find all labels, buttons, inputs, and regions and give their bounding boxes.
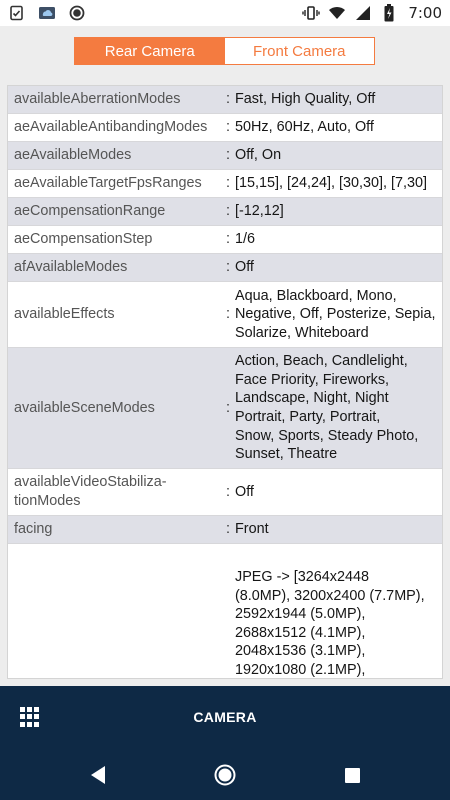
row-key: aeAvailableTargetFpsRanges xyxy=(14,175,202,192)
row-separator: : xyxy=(226,231,230,248)
row-value: Fast, High Quality, Off xyxy=(235,91,376,108)
row-separator: : xyxy=(226,91,230,108)
row-key: availableVideoStabiliza- tionModes xyxy=(14,474,167,509)
row-separator: : xyxy=(226,399,230,416)
status-right: 7:00 xyxy=(302,4,442,22)
row-key: aeAvailableModes xyxy=(14,147,132,164)
row-value: Aqua, Blackboard, Mono, Negative, Off, P… xyxy=(235,287,436,341)
row-value: [15,15], [24,24], [30,30], [7,30] xyxy=(235,175,428,192)
tab-front-camera[interactable]: Front Camera xyxy=(224,38,374,64)
camera-selector: Rear Camera Front Camera xyxy=(74,37,375,65)
row-key: availableEffects xyxy=(14,306,115,323)
bottom-app-bar: CAMERA xyxy=(0,686,450,748)
row-value: Off xyxy=(235,483,254,500)
row-separator: : xyxy=(226,483,230,500)
row-key: afAvailableModes xyxy=(14,259,128,276)
home-icon[interactable] xyxy=(214,764,236,786)
row-value: Off, On xyxy=(235,147,282,164)
table-row: availableSceneModes : Action, Beach, Can… xyxy=(8,348,442,469)
vibrate-icon xyxy=(302,4,321,22)
camera-characteristics-table[interactable]: availableAberrationModes : Fast, High Qu… xyxy=(7,85,443,679)
record-icon xyxy=(68,4,86,22)
table-row: aeCompensationStep : 1/6 xyxy=(8,226,442,254)
back-icon[interactable] xyxy=(87,764,109,786)
row-separator: : xyxy=(226,119,230,136)
status-left xyxy=(8,4,86,22)
table-row: availableAberrationModes : Fast, High Qu… xyxy=(8,86,442,114)
wifi-icon xyxy=(328,4,346,22)
row-separator: : xyxy=(226,306,230,323)
grid-icon[interactable] xyxy=(20,707,40,727)
row-key: availableSceneModes xyxy=(14,399,155,416)
table-row: availableEffects : Aqua, Blackboard, Mon… xyxy=(8,282,442,348)
row-value: [-12,12] xyxy=(235,203,284,220)
row-key: aeCompensationStep xyxy=(14,231,153,248)
status-bar: 7:00 xyxy=(0,0,450,26)
row-value: Off xyxy=(235,259,254,276)
table-row: aeAvailableAntibandingModes : 50Hz, 60Hz… xyxy=(8,114,442,142)
tab-rear-camera[interactable]: Rear Camera xyxy=(75,38,225,64)
row-value: JPEG -> [3264x2448 (8.0MP), 3200x2400 (7… xyxy=(235,569,425,678)
status-time: 7:00 xyxy=(408,4,442,22)
table-row: JPEG -> [3264x2448 (8.0MP), 3200x2400 (7… xyxy=(8,544,442,678)
row-separator: : xyxy=(226,521,230,538)
row-separator: : xyxy=(226,203,230,220)
table-row: aeAvailableTargetFpsRanges : [15,15], [2… xyxy=(8,170,442,198)
table-row: facing : Front xyxy=(8,516,442,544)
table-row: aeCompensationRange : [-12,12] xyxy=(8,198,442,226)
row-separator: : xyxy=(226,147,230,164)
recents-icon[interactable] xyxy=(341,764,363,786)
section-title: CAMERA xyxy=(193,709,257,725)
row-key: facing xyxy=(14,521,53,538)
navigation-bar xyxy=(0,748,450,800)
row-key: aeCompensationRange xyxy=(14,203,166,220)
row-value: Action, Beach, Candlelight, Face Priorit… xyxy=(235,353,419,463)
table-row: afAvailableModes : Off xyxy=(8,254,442,282)
row-separator: : xyxy=(226,259,230,276)
signal-icon xyxy=(354,4,372,22)
table-row: availableVideoStabiliza- tionModes : Off xyxy=(8,469,442,516)
battery-charging-icon xyxy=(380,4,398,22)
row-separator: : xyxy=(226,175,230,192)
row-key: aeAvailableAntibandingModes xyxy=(14,119,208,136)
row-value: Front xyxy=(235,521,269,538)
table-row: aeAvailableModes : Off, On xyxy=(8,142,442,170)
row-value: 50Hz, 60Hz, Auto, Off xyxy=(235,119,374,136)
row-key: availableAberrationModes xyxy=(14,91,181,108)
row-value: 1/6 xyxy=(235,231,256,248)
weather-icon xyxy=(38,4,56,22)
clipboard-check-icon xyxy=(8,4,26,22)
